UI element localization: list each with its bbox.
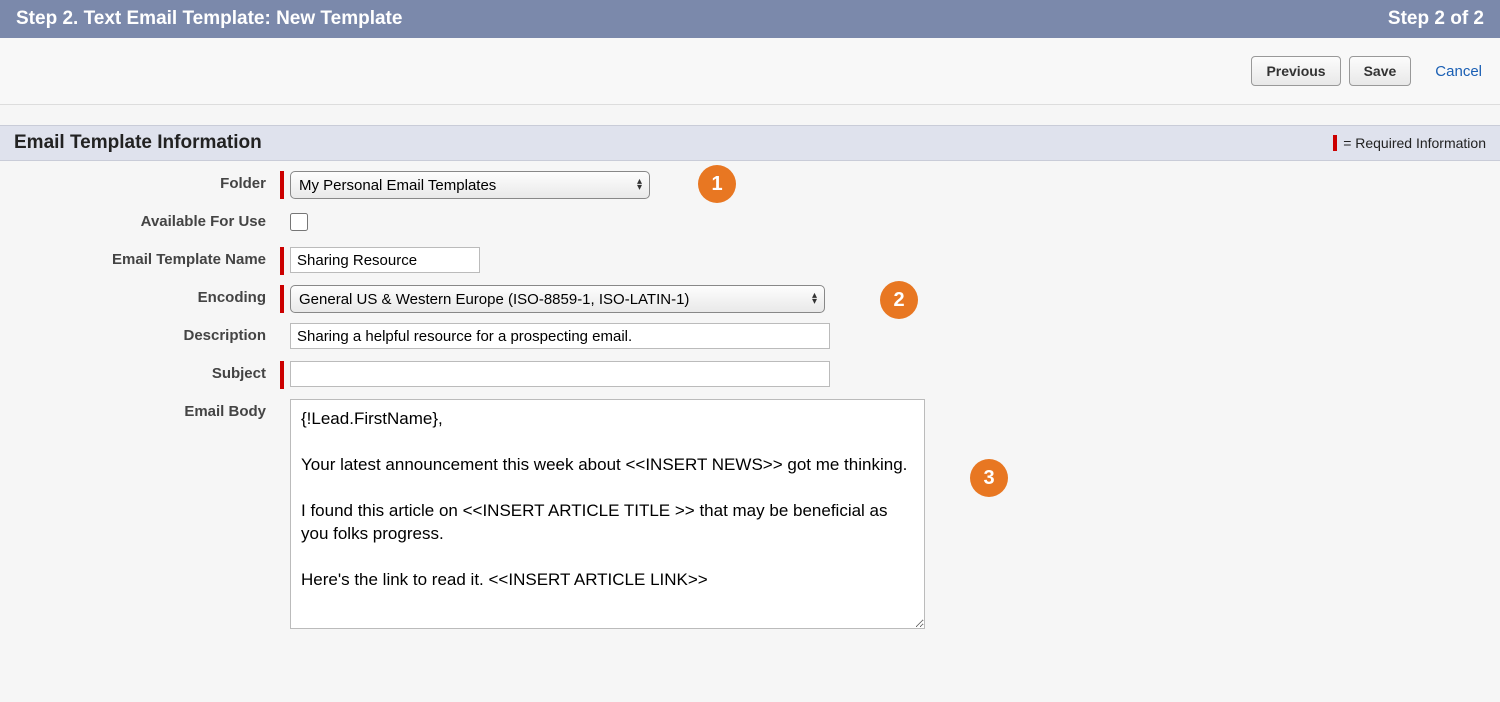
previous-button[interactable]: Previous [1251, 56, 1340, 86]
folder-label: Folder [10, 171, 280, 192]
encoding-select[interactable]: General US & Western Europe (ISO-8859-1,… [290, 285, 825, 313]
callout-badge-3: 3 [970, 459, 1008, 497]
description-row: Description [10, 323, 1490, 351]
folder-select[interactable]: My Personal Email Templates [290, 171, 650, 199]
cancel-link[interactable]: Cancel [1435, 63, 1482, 80]
page-title: Step 2. Text Email Template: New Templat… [16, 8, 402, 30]
required-marker-icon [1333, 135, 1337, 151]
description-input[interactable] [290, 323, 830, 349]
available-for-use-checkbox[interactable] [290, 213, 308, 231]
subject-label: Subject [10, 361, 280, 382]
encoding-row: Encoding General US & Western Europe (IS… [10, 285, 1490, 313]
required-info-text: = Required Information [1343, 135, 1486, 151]
form-area: Folder My Personal Email Templates ▴▾ 1 … [0, 161, 1500, 669]
encoding-label: Encoding [10, 285, 280, 306]
available-for-use-row: Available For Use [10, 209, 1490, 237]
required-marker-icon [280, 361, 284, 389]
section-title: Email Template Information [14, 132, 262, 154]
template-name-label: Email Template Name [10, 247, 280, 268]
required-marker-icon [280, 285, 284, 313]
action-buttons-row: Previous Save Cancel [0, 38, 1500, 105]
available-for-use-label: Available For Use [10, 209, 280, 230]
subject-input[interactable] [290, 361, 830, 387]
save-button[interactable]: Save [1349, 56, 1412, 86]
step-indicator: Step 2 of 2 [1388, 8, 1484, 30]
email-body-textarea[interactable] [290, 399, 925, 629]
email-body-row: Email Body 3 [10, 399, 1490, 629]
required-marker-icon [280, 171, 284, 199]
subject-row: Subject [10, 361, 1490, 389]
spacer [280, 209, 284, 237]
required-info-legend: = Required Information [1333, 135, 1486, 151]
description-label: Description [10, 323, 280, 344]
section-header: Email Template Information = Required In… [0, 125, 1500, 161]
folder-row: Folder My Personal Email Templates ▴▾ 1 [10, 171, 1490, 199]
email-body-label: Email Body [10, 399, 280, 420]
template-name-input[interactable] [290, 247, 480, 273]
template-name-row: Email Template Name [10, 247, 1490, 275]
page-header: Step 2. Text Email Template: New Templat… [0, 0, 1500, 38]
required-marker-icon [280, 247, 284, 275]
spacer [280, 323, 284, 351]
spacer [280, 399, 284, 629]
callout-badge-1: 1 [698, 165, 736, 203]
callout-badge-2: 2 [880, 281, 918, 319]
